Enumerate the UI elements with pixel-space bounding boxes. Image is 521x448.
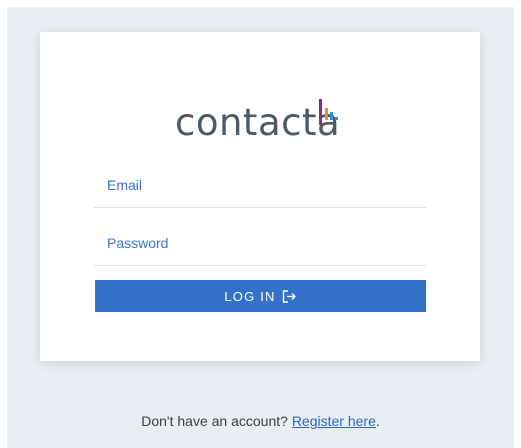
register-prompt: Don't have an account? Register here. <box>7 413 514 429</box>
email-field[interactable] <box>94 163 426 207</box>
login-arrow-icon <box>282 289 297 303</box>
login-button[interactable]: LOG IN <box>95 280 426 312</box>
logo-wordmark: contacta <box>175 101 341 144</box>
contacta-logo: contacta <box>175 99 355 145</box>
register-link[interactable]: Register here <box>292 413 376 429</box>
logo-bars-icon <box>319 99 338 125</box>
login-button-label: LOG IN <box>224 288 276 304</box>
page-background: contacta LOG IN <box>7 7 514 448</box>
email-field-wrapper <box>94 163 426 208</box>
register-prompt-end: . <box>375 413 380 429</box>
password-field-wrapper <box>94 221 426 266</box>
login-card: contacta LOG IN <box>40 32 480 361</box>
register-prompt-text: Don't have an account? <box>141 413 288 429</box>
password-field[interactable] <box>94 221 426 265</box>
